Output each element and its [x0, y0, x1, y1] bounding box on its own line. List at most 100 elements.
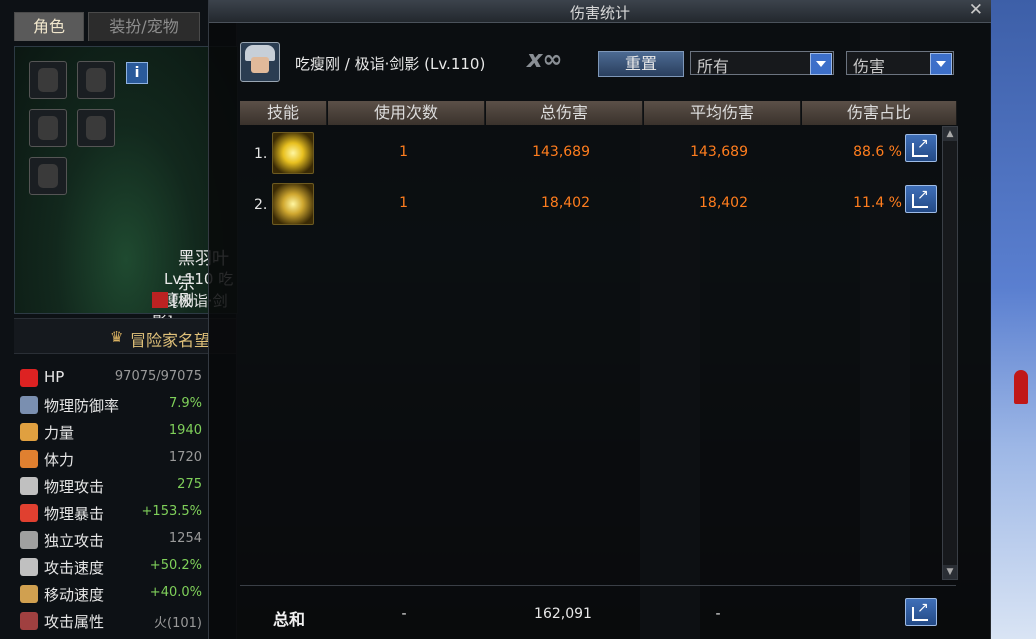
share-summary-button[interactable] [905, 598, 937, 626]
move-speed-icon [20, 585, 38, 603]
share-button[interactable] [905, 185, 937, 213]
stat-name: 移动速度 [44, 586, 105, 604]
dialog-titlebar[interactable]: 伤害统计 ✕ [209, 0, 991, 23]
stat-row: HP 97075/97075 [20, 365, 206, 391]
table-header: 技能 使用次数 总伤害 平均伤害 伤害占比 [240, 101, 957, 125]
stat-name: 物理防御率 [44, 397, 120, 415]
summary-total-damage: 162,091 [534, 606, 592, 622]
skill-icon[interactable] [272, 183, 314, 225]
stat-row: 体力 1720 [20, 446, 206, 472]
heart-icon [20, 369, 38, 387]
character-panel: 角色 装扮/宠物 i 黑羽叶宗 Lv.110 吃瘦刚 [极诣·剑影] ♛ 冒险家… [0, 0, 238, 639]
summary-average-damage: - [715, 606, 721, 622]
filter-dropdown[interactable]: 所有 [690, 51, 834, 76]
equip-slot-head[interactable] [77, 61, 115, 99]
tab-character[interactable]: 角色 [14, 12, 84, 41]
close-icon[interactable]: ✕ [969, 0, 983, 20]
total-damage: 18,402 [541, 195, 590, 211]
stat-row: 攻击速度 +50.2% [20, 554, 206, 580]
stat-name: 物理攻击 [44, 478, 105, 496]
stat-value: +153.5% [141, 504, 202, 519]
use-count: 1 [399, 144, 408, 160]
chevron-down-icon[interactable] [810, 53, 832, 75]
table-row: 2. 1 18,402 18,402 11.4 % [240, 181, 940, 227]
stat-name: 力量 [44, 424, 75, 442]
crit-icon [20, 504, 38, 522]
use-count: 1 [399, 195, 408, 211]
scroll-up-icon[interactable]: ▲ [943, 127, 957, 141]
attack-speed-icon [20, 558, 38, 576]
body-icon [20, 450, 38, 468]
stat-value: 7.9% [168, 396, 202, 411]
share-button[interactable] [905, 134, 937, 162]
mode-dropdown[interactable]: 伤害 [846, 51, 954, 76]
average-damage: 143,689 [690, 144, 748, 160]
stat-name: HP [44, 368, 65, 386]
table-row: 1. 1 143,689 143,689 88.6 % [240, 130, 940, 176]
game-scene-edge [990, 0, 1036, 639]
scroll-down-icon[interactable]: ▼ [943, 565, 957, 579]
stat-name: 独立攻击 [44, 532, 105, 550]
skill-icon[interactable] [272, 132, 314, 174]
arm-icon [20, 423, 38, 441]
equip-slot-belt[interactable] [77, 109, 115, 147]
stat-name: 体力 [44, 451, 75, 469]
avatar-face [251, 57, 269, 73]
tab-avatar-pet[interactable]: 装扮/宠物 [88, 12, 200, 41]
info-button[interactable]: i [126, 62, 148, 84]
summary-label: 总和 [273, 610, 306, 629]
column-average-damage[interactable]: 平均伤害 [644, 101, 801, 125]
stat-name: 攻击速度 [44, 559, 105, 577]
character-sprite [1014, 370, 1028, 404]
sword-icon [20, 477, 38, 495]
fame-row: ♛ 冒险家名望 [14, 318, 236, 354]
divider [240, 585, 956, 586]
filter-value: 所有 [697, 57, 730, 76]
column-total-damage[interactable]: 总伤害 [486, 101, 643, 125]
stat-value: +50.2% [149, 558, 202, 573]
stat-value: 97075/97075 [114, 369, 202, 384]
stat-name: 攻击属性 [44, 613, 105, 631]
stat-row: 攻击属性 火(101) [20, 608, 206, 634]
fame-label: 冒险家名望 [130, 331, 211, 350]
damage-share: 88.6 % [853, 144, 902, 160]
chevron-down-icon[interactable] [930, 53, 952, 75]
character-avatar [240, 42, 280, 82]
stat-row: 力量 1940 [20, 419, 206, 445]
stat-row: 移动速度 +40.0% [20, 581, 206, 607]
damage-stats-dialog: 伤害统计 ✕ 吃瘦刚 / 极诣·剑影 (Lv.110) x∞ 重置 所有 伤害 … [208, 0, 991, 639]
equip-slot-shoes[interactable] [29, 157, 67, 195]
column-damage-share[interactable]: 伤害占比 [802, 101, 957, 125]
dialog-title: 伤害统计 [569, 4, 630, 22]
element-icon [20, 612, 38, 630]
stat-row: 物理防御率 7.9% [20, 392, 206, 418]
stat-value: 1254 [168, 531, 202, 546]
independent-icon [20, 531, 38, 549]
stat-name: 物理暴击 [44, 505, 105, 523]
total-damage: 143,689 [532, 144, 590, 160]
average-damage: 18,402 [699, 195, 748, 211]
stat-row: 物理暴击 +153.5% [20, 500, 206, 526]
equip-slot-pants[interactable] [29, 109, 67, 147]
fame-icon: ♛ [110, 328, 124, 346]
stat-row: 独立攻击 1254 [20, 527, 206, 553]
row-index: 2. [254, 197, 268, 213]
infinity-mark: x∞ [527, 45, 563, 73]
column-use-count[interactable]: 使用次数 [328, 101, 485, 125]
mode-value: 伤害 [853, 57, 886, 76]
stat-value: +40.0% [149, 585, 202, 600]
shield-icon [20, 396, 38, 414]
equip-slot-top[interactable] [29, 61, 67, 99]
damage-share: 11.4 % [853, 195, 902, 211]
stat-value: 1940 [168, 423, 202, 438]
character-info: 吃瘦刚 / 极诣·剑影 (Lv.110) [295, 55, 486, 73]
stat-value: 275 [177, 477, 202, 492]
scrollbar[interactable]: ▲ ▼ [942, 126, 958, 580]
stat-value: 火(101) [154, 616, 202, 631]
stat-row: 物理攻击 275 [20, 473, 206, 499]
summary-count: - [401, 606, 407, 622]
row-index: 1. [254, 146, 268, 162]
column-skill[interactable]: 技能 [240, 101, 327, 125]
class-icon [152, 292, 168, 308]
reset-button[interactable]: 重置 [598, 51, 684, 77]
